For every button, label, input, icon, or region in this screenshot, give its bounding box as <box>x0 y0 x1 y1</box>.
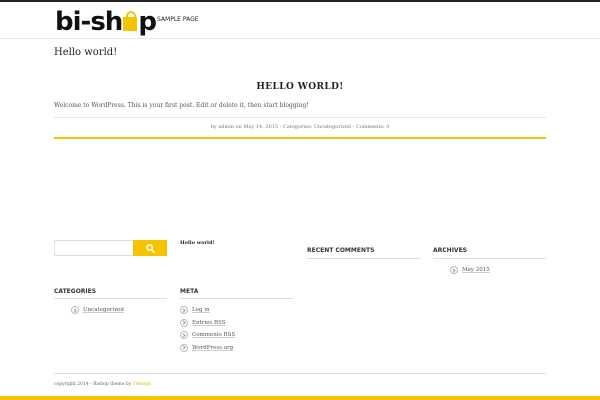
archives-title: ARCHIVES <box>433 247 467 254</box>
search-button[interactable] <box>133 240 167 256</box>
recent-post-link[interactable]: Hello world! <box>180 240 215 246</box>
recent-comments-divider <box>307 258 420 259</box>
post-title[interactable]: HELLO WORLD! <box>54 82 546 92</box>
meta-date-link[interactable]: May 14, 2015 <box>243 124 278 130</box>
chevron-right-icon <box>450 266 458 275</box>
meta-by: by <box>210 124 217 130</box>
chevron-right-icon <box>71 306 79 315</box>
search-widget <box>54 240 167 256</box>
logo-text-left: bi-sh <box>55 7 123 37</box>
shopping-bag-icon <box>123 11 138 31</box>
footer-copyright: copyright 2014 - Bishop theme by Vdesign <box>54 382 151 387</box>
post-meta: by admin on May 14, 2015 - Categories: U… <box>54 124 546 130</box>
chevron-right-icon <box>180 318 188 327</box>
search-icon <box>145 243 155 253</box>
meta-item-label: WordPress.org <box>192 344 234 351</box>
post-body: Welcome to WordPress. This is your first… <box>54 102 309 109</box>
post-divider <box>54 117 546 118</box>
categories-title: CATEGORIES <box>54 288 97 295</box>
bottom-accent-bar <box>0 396 600 400</box>
meta-item-entries-rss[interactable]: Entries RSS <box>180 317 235 330</box>
meta-separator: - <box>279 124 282 130</box>
site-header: bi-sh p SAMPLE PAGE <box>0 2 600 38</box>
meta-divider <box>180 298 293 299</box>
meta-item-label: Log in <box>192 307 210 314</box>
categories-divider <box>54 298 167 299</box>
meta-list: Log in Entries RSS Comments RSS WordPres… <box>180 304 235 354</box>
meta-title: META <box>180 288 199 295</box>
footer-divider <box>54 373 546 374</box>
meta-item-label: Entries RSS <box>192 319 226 326</box>
archives-divider <box>433 258 546 259</box>
meta-categories-label: Categories: <box>283 124 313 130</box>
archive-item[interactable]: May 2015 <box>450 264 490 277</box>
accent-divider <box>54 137 546 139</box>
archive-item-label: May 2015 <box>462 267 490 274</box>
category-item[interactable]: Uncategorized <box>71 304 124 317</box>
logo-text-right: p <box>138 7 157 37</box>
meta-category-link[interactable]: Uncategorized <box>314 124 351 130</box>
meta-comments-link[interactable]: Comments: 0 <box>356 124 390 130</box>
meta-separator: - <box>352 124 355 130</box>
search-input[interactable] <box>54 240 136 256</box>
meta-on: on <box>235 124 242 130</box>
categories-list: Uncategorized <box>71 304 124 317</box>
meta-item-login[interactable]: Log in <box>180 304 235 317</box>
nav-sample-page[interactable]: SAMPLE PAGE <box>157 16 199 23</box>
page-title: Hello world! <box>54 47 118 58</box>
chevron-right-icon <box>180 306 188 315</box>
footer-vdesign-link[interactable]: Vdesign <box>133 382 151 387</box>
site-logo[interactable]: bi-sh p <box>55 7 157 37</box>
recent-comments-title: RECENT COMMENTS <box>307 247 375 254</box>
meta-item-wordpress-org[interactable]: WordPress.org <box>180 342 235 355</box>
category-item-label: Uncategorized <box>83 307 124 314</box>
meta-author-link[interactable]: admin <box>218 124 234 130</box>
header-divider <box>0 38 600 39</box>
post: HELLO WORLD! Welcome to WordPress. This … <box>54 82 546 109</box>
archives-list: May 2015 <box>450 264 490 277</box>
chevron-right-icon <box>180 343 188 352</box>
meta-item-label: Comments RSS <box>192 332 236 339</box>
chevron-right-icon <box>180 331 188 340</box>
footer-text: copyright 2014 - Bishop theme by <box>54 382 133 387</box>
meta-item-comments-rss[interactable]: Comments RSS <box>180 329 235 342</box>
